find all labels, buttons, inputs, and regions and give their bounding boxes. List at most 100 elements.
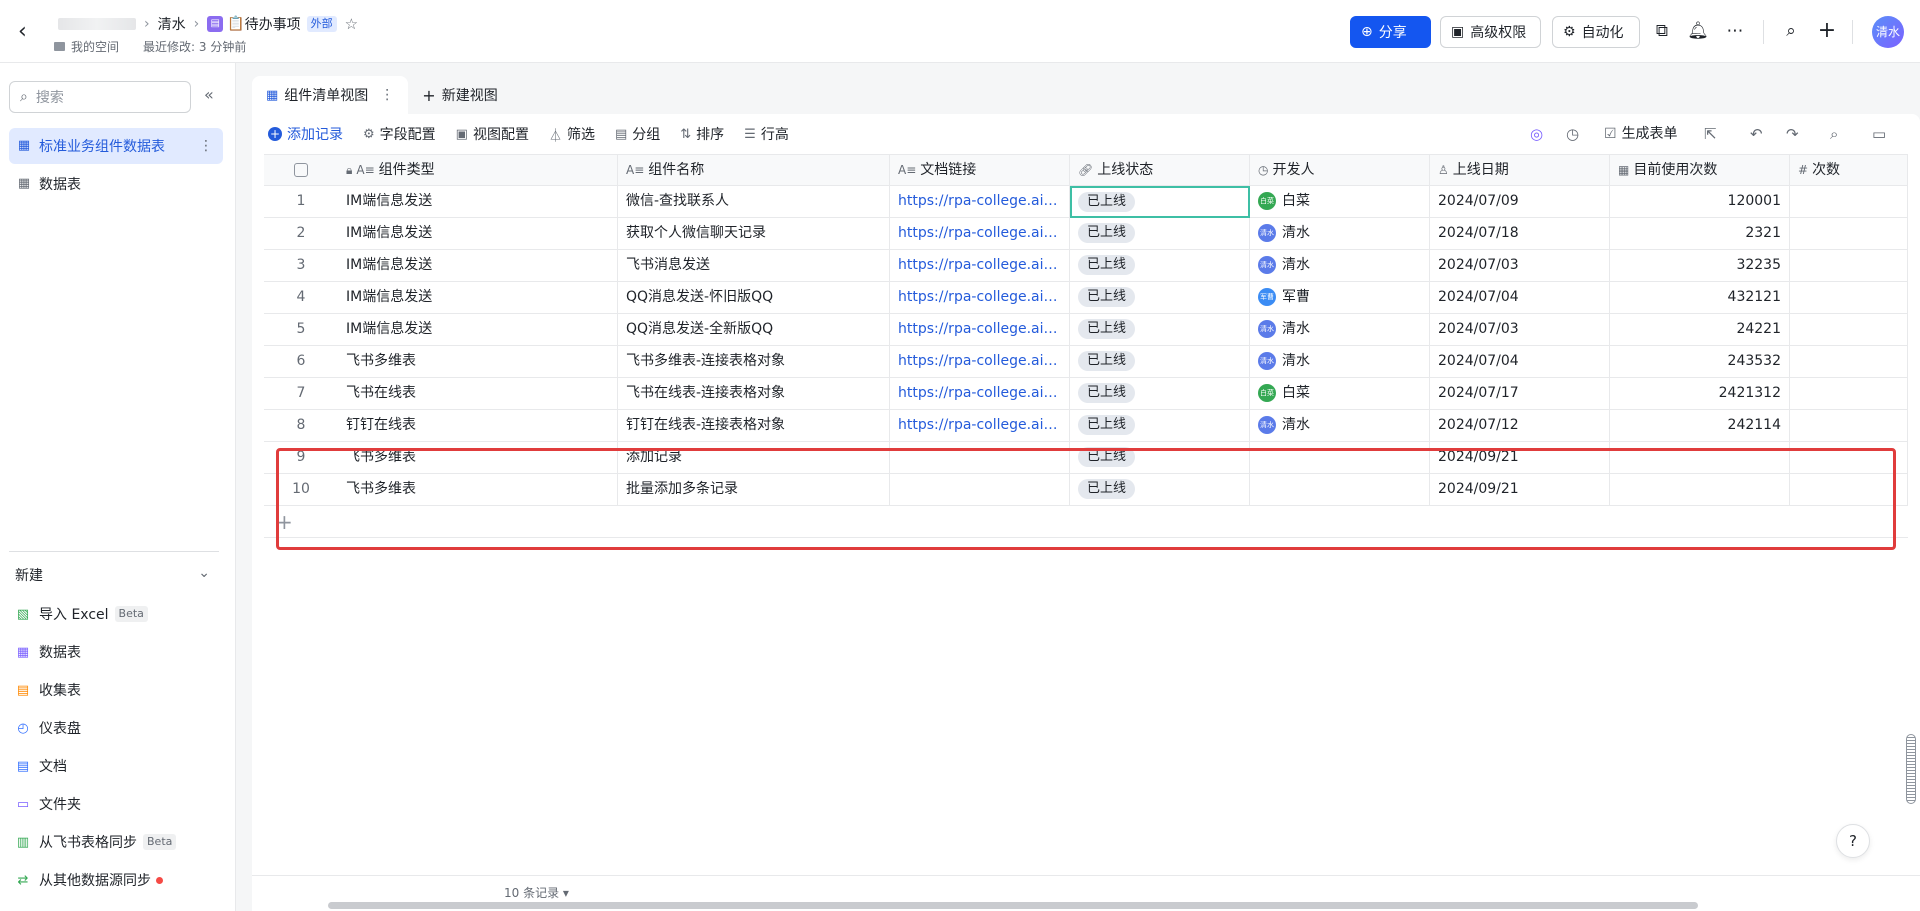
cell-doc-link[interactable]: https://rpa-college.ai-in... xyxy=(890,186,1070,218)
cell-component-name[interactable]: 钉钉在线表-连接表格对象 xyxy=(618,410,890,442)
cell-status[interactable]: 已上线 xyxy=(1070,186,1250,218)
cell-status[interactable]: 已上线 xyxy=(1070,378,1250,410)
new-import-excel[interactable]: ▧ 导入 Excel Beta xyxy=(15,603,148,625)
group-button[interactable]: ▤ 分组 xyxy=(615,124,660,144)
cell-count[interactable] xyxy=(1790,314,1908,346)
cell-status[interactable]: 已上线 xyxy=(1070,410,1250,442)
cell-status[interactable]: 已上线 xyxy=(1070,442,1250,474)
cell-developer[interactable]: 军曹 军曹 xyxy=(1250,282,1430,314)
cell-launch-date[interactable]: 2024/07/17 xyxy=(1430,378,1610,410)
cell-component-type[interactable]: IM端信息发送 xyxy=(338,282,618,314)
cell-count[interactable] xyxy=(1790,186,1908,218)
cell-usage-count[interactable]: 242114 xyxy=(1610,410,1790,442)
cell-status[interactable]: 已上线 xyxy=(1070,282,1250,314)
cell-count[interactable] xyxy=(1790,250,1908,282)
table-row[interactable]: 4 IM端信息发送 QQ消息发送-怀旧版QQ https://rpa-college.… xyxy=(264,282,1908,314)
cell-component-name[interactable]: 添加记录 xyxy=(618,442,890,474)
cell-developer[interactable]: 清水 清水 xyxy=(1250,314,1430,346)
cell-component-type[interactable]: IM端信息发送 xyxy=(338,186,618,218)
cell-usage-count[interactable]: 243532 xyxy=(1610,346,1790,378)
cell-component-name[interactable]: QQ消息发送-全新版QQ xyxy=(618,314,890,346)
cell-count[interactable] xyxy=(1790,282,1908,314)
cell-component-type[interactable]: 飞书多维表 xyxy=(338,346,618,378)
cell-component-type[interactable]: IM端信息发送 xyxy=(338,218,618,250)
add-record-button[interactable]: + 添加记录 xyxy=(268,124,343,144)
tab-new-view[interactable]: + 新建视图 xyxy=(408,76,511,114)
plus-icon[interactable]: + xyxy=(1816,20,1838,42)
table-row[interactable]: 9 飞书多维表 添加记录 已上线 2024/09/21 xyxy=(264,442,1908,474)
search-icon[interactable]: ⌕ xyxy=(1780,20,1802,42)
filter-button[interactable]: ⏃ 筛选 xyxy=(549,124,595,144)
table-row[interactable]: 2 IM端信息发送 获取个人微信聊天记录 https://rpa-college.ai… xyxy=(264,218,1908,250)
cell-count[interactable] xyxy=(1790,410,1908,442)
new-doc[interactable]: ▤ 文档 xyxy=(15,755,67,777)
table-row[interactable]: 6 飞书多维表 飞书多维表-连接表格对象 https://rpa-college.ai… xyxy=(264,346,1908,378)
cell-count[interactable] xyxy=(1790,474,1908,506)
cell-developer[interactable] xyxy=(1250,442,1430,474)
generate-form-button[interactable]: ☑ 生成表单 xyxy=(1604,124,1678,144)
cell-count[interactable] xyxy=(1790,346,1908,378)
select-all-checkbox[interactable] xyxy=(264,155,338,187)
record-count[interactable]: 10 条记录 ▾ xyxy=(504,884,569,901)
doc-title[interactable]: 待办事项 xyxy=(245,14,301,34)
star-icon[interactable]: ☆ xyxy=(345,15,358,33)
cell-doc-link[interactable]: https://rpa-college.ai-in... xyxy=(890,250,1070,282)
help-icon[interactable]: ? xyxy=(1836,824,1870,858)
horizontal-scrollbar[interactable] xyxy=(328,902,1698,909)
column-header-count[interactable]: # 次数 xyxy=(1790,155,1908,187)
tab-component-list-view[interactable]: ▦ 组件清单视图 ⋮ xyxy=(252,76,409,114)
cell-developer[interactable]: 白菜 白菜 xyxy=(1250,378,1430,410)
cell-component-type[interactable]: 飞书多维表 xyxy=(338,442,618,474)
cell-launch-date[interactable]: 2024/07/04 xyxy=(1430,282,1610,314)
cell-count[interactable] xyxy=(1790,442,1908,474)
cell-doc-link[interactable]: https://rpa-college.ai-in... xyxy=(890,378,1070,410)
cell-launch-date[interactable]: 2024/07/09 xyxy=(1430,186,1610,218)
cell-developer[interactable]: 白菜 白菜 xyxy=(1250,186,1430,218)
cell-launch-date[interactable]: 2024/07/04 xyxy=(1430,346,1610,378)
cell-doc-link[interactable]: https://rpa-college.ai-in... xyxy=(890,346,1070,378)
cell-doc-link[interactable]: https://rpa-college.ai-in... xyxy=(890,282,1070,314)
search-input[interactable]: ⌕ 搜索 xyxy=(9,81,191,113)
cell-status[interactable]: 已上线 xyxy=(1070,314,1250,346)
ai-icon[interactable]: ◎ xyxy=(1530,124,1543,144)
table-row[interactable]: 1 IM端信息发送 微信-查找联系人 https://rpa-college.ai-i… xyxy=(264,186,1908,218)
column-header-name[interactable]: A≡ 组件名称 xyxy=(618,155,890,187)
cell-status[interactable]: 已上线 xyxy=(1070,474,1250,506)
table-row[interactable]: 3 IM端信息发送 飞书消息发送 https://rpa-college.ai-in.… xyxy=(264,250,1908,282)
history-icon[interactable]: ◷ xyxy=(1566,124,1579,144)
column-header-status[interactable]: 🔗︎ 上线状态 xyxy=(1070,155,1250,187)
automation-button[interactable]: ⚙ 自动化 xyxy=(1552,16,1640,48)
vertical-scrollbar[interactable] xyxy=(1906,734,1916,804)
checkbox-icon[interactable] xyxy=(294,163,308,177)
cell-usage-count[interactable] xyxy=(1610,442,1790,474)
cell-component-name[interactable]: 获取个人微信聊天记录 xyxy=(618,218,890,250)
more-vertical-icon[interactable]: ⋮ xyxy=(380,87,394,103)
cell-usage-count[interactable]: 120001 xyxy=(1610,186,1790,218)
column-header-type[interactable]: 🔒︎ A≡ 组件类型 xyxy=(338,155,618,187)
table-row[interactable]: 7 飞书在线表 飞书在线表-连接表格对象 https://rpa-college.ai… xyxy=(264,378,1908,410)
plus-icon[interactable]: + xyxy=(276,510,293,534)
cell-component-type[interactable]: IM端信息发送 xyxy=(338,250,618,282)
cell-component-name[interactable]: 飞书消息发送 xyxy=(618,250,890,282)
cell-developer[interactable]: 清水 清水 xyxy=(1250,346,1430,378)
more-icon[interactable]: ⋯ xyxy=(1724,20,1746,42)
cell-doc-link[interactable] xyxy=(890,474,1070,506)
sidebar-item-standard-table[interactable]: ▦ 标准业务组件数据表 ⋮ xyxy=(9,128,223,164)
cell-usage-count[interactable]: 24221 xyxy=(1610,314,1790,346)
column-header-link[interactable]: A≡ 文档链接 xyxy=(890,155,1070,187)
table-row[interactable]: 5 IM端信息发送 QQ消息发送-全新版QQ https://rpa-college.… xyxy=(264,314,1908,346)
column-header-developer[interactable]: ◷ 开发人 xyxy=(1250,155,1430,187)
cell-developer[interactable]: 清水 清水 xyxy=(1250,218,1430,250)
cell-component-type[interactable]: 飞书在线表 xyxy=(338,378,618,410)
column-header-date[interactable]: ♙ 上线日期 xyxy=(1430,155,1610,187)
cell-component-type[interactable]: 飞书多维表 xyxy=(338,474,618,506)
space-label[interactable]: 我的空间 xyxy=(71,38,119,55)
cell-doc-link[interactable]: https://rpa-college.ai-in... xyxy=(890,218,1070,250)
view-config-button[interactable]: ▣ 视图配置 xyxy=(456,124,529,144)
cell-component-name[interactable]: 飞书多维表-连接表格对象 xyxy=(618,346,890,378)
cell-component-name[interactable]: 微信-查找联系人 xyxy=(618,186,890,218)
cell-developer[interactable]: 清水 清水 xyxy=(1250,410,1430,442)
new-datasource-sync[interactable]: ⇄ 从其他数据源同步 xyxy=(15,869,163,891)
new-dashboard[interactable]: ◴ 仪表盘 xyxy=(15,717,81,739)
new-form[interactable]: ▤ 收集表 xyxy=(15,679,81,701)
